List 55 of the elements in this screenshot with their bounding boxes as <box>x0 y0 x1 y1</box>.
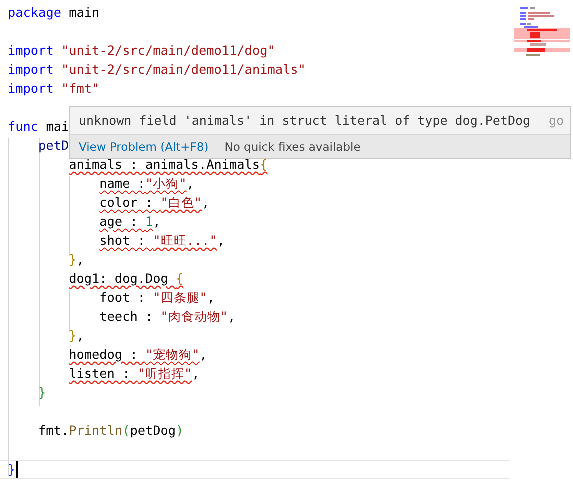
code-text: color : <box>100 194 154 212</box>
keyword: import <box>8 61 54 79</box>
code-text: fmt. <box>38 422 70 440</box>
keyword: import <box>8 80 54 98</box>
bracket: } <box>69 251 77 269</box>
text-cursor <box>16 461 18 478</box>
code-text: , <box>192 365 200 383</box>
string-literal: "小狗" <box>146 175 187 193</box>
string-literal: "旺旺..." <box>153 232 218 250</box>
code-text: dog1: dog.Dog <box>69 270 170 288</box>
code-text: shot : <box>100 232 146 250</box>
code-text: , <box>217 232 225 250</box>
code-text: teech : <box>100 308 154 326</box>
code-text: , <box>207 289 216 307</box>
string-literal: "肉食动物" <box>160 308 228 326</box>
error-message: unknown field 'animals' in struct literal of type dog.PetDog <box>79 113 531 128</box>
bracket: } <box>8 461 16 478</box>
code-text: foot : <box>100 289 146 307</box>
string-literal: "白色" <box>160 194 202 212</box>
error-source: go <box>548 113 564 128</box>
bracket: { <box>260 156 268 174</box>
variable-name: petD <box>38 137 70 155</box>
bracket: } <box>38 384 46 402</box>
bracket: { <box>176 270 184 288</box>
code-text: , <box>200 346 208 364</box>
code-text: , <box>153 213 161 231</box>
string-literal: "unit-2/src/main/demo11/animals" <box>60 61 306 79</box>
keyword: func <box>8 118 39 136</box>
code-text: , <box>228 308 236 326</box>
keyword: import <box>8 42 54 60</box>
bracket: } <box>69 327 77 345</box>
code-text: , <box>76 251 84 269</box>
code-text: name : <box>100 175 146 193</box>
code-text: listen : <box>69 365 132 383</box>
string-literal: "听指挥" <box>138 365 192 383</box>
view-problem-link[interactable]: View Problem (Alt+F8) <box>79 140 209 154</box>
function-name: Println <box>69 422 123 440</box>
bracket: ( <box>122 422 130 440</box>
code-text: petDog <box>130 422 176 440</box>
string-literal: "宠物狗" <box>145 346 200 364</box>
bracket: ) <box>176 422 184 440</box>
code-text: , <box>186 175 194 193</box>
code-text: animals : animals.Animals <box>69 156 260 174</box>
code-text: mai <box>45 118 70 136</box>
number-literal: 1 <box>146 213 154 231</box>
string-literal: "unit-2/src/main/demo11/dog" <box>60 42 276 60</box>
keyword: package <box>8 4 62 22</box>
code-text: main <box>68 4 100 22</box>
code-text: , <box>76 327 84 345</box>
quick-fix-note: No quick fixes available <box>224 140 361 154</box>
code-text: homedog : <box>69 346 139 364</box>
code-text: , <box>202 194 210 212</box>
string-literal: "四条腿" <box>153 289 208 307</box>
string-literal: "fmt" <box>60 80 100 98</box>
code-text: age : <box>100 213 139 231</box>
